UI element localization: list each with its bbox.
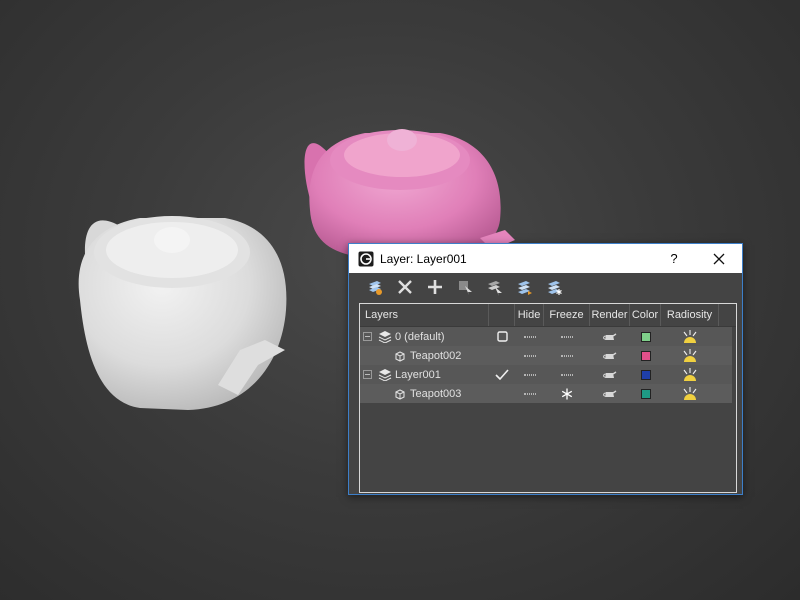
- teapot-icon: [603, 351, 617, 359]
- 3dsmax-app-icon: [358, 251, 374, 267]
- layer-dialog: Layer: Layer001 ? Layers Hide Freeze Ren…: [348, 243, 743, 495]
- column-header-layers[interactable]: Layers: [360, 304, 489, 326]
- radiosity-toggle[interactable]: [661, 384, 719, 403]
- delete-layer-icon[interactable]: [393, 277, 416, 297]
- column-header-current[interactable]: [489, 304, 515, 326]
- freeze-toggle[interactable]: [544, 365, 590, 384]
- freeze-toggle[interactable]: [544, 346, 590, 365]
- hide-toggle[interactable]: [515, 384, 544, 403]
- column-header-render[interactable]: Render: [590, 304, 630, 326]
- layer-row[interactable]: Teapot002: [360, 346, 732, 365]
- collapse-toggle[interactable]: [363, 370, 372, 379]
- sun-icon: [683, 349, 697, 362]
- current-layer-toggle[interactable]: [489, 327, 515, 346]
- column-header-freeze[interactable]: Freeze: [544, 304, 590, 326]
- current-layer-toggle: [489, 384, 515, 403]
- sun-icon: [683, 368, 697, 381]
- layer-row[interactable]: Teapot003: [360, 384, 732, 403]
- column-header-radiosity[interactable]: Radiosity: [661, 304, 719, 326]
- layer-name: 0 (default): [395, 330, 445, 343]
- close-icon: [713, 253, 725, 264]
- render-toggle[interactable]: [590, 346, 630, 365]
- teapot-icon: [603, 389, 617, 397]
- collapse-toggle[interactable]: [363, 332, 372, 341]
- object-name: Teapot003: [410, 387, 462, 400]
- freeze-toggle[interactable]: [544, 384, 590, 403]
- layer-stack-icon: [378, 330, 392, 343]
- color-swatch[interactable]: [630, 365, 661, 384]
- checkmark-icon: [495, 369, 509, 380]
- create-layer-icon[interactable]: [363, 277, 386, 297]
- teapot-icon: [603, 332, 617, 340]
- layer-list-panel: Layers Hide Freeze Render Color Radiosit…: [359, 303, 737, 493]
- close-button[interactable]: [705, 244, 733, 273]
- freeze-layers-icon[interactable]: [543, 277, 566, 297]
- layer-rows: 0 (default) Teapot002 Layer001 Teapot003: [360, 327, 736, 403]
- dialog-titlebar[interactable]: Layer: Layer001 ?: [349, 244, 742, 273]
- column-header-hide[interactable]: Hide: [515, 304, 544, 326]
- hide-toggle[interactable]: [515, 365, 544, 384]
- pink-teapot[interactable]: [304, 129, 515, 258]
- hide-toggle[interactable]: [515, 327, 544, 346]
- column-header-color[interactable]: Color: [630, 304, 661, 326]
- layer-toolbar: [349, 273, 742, 300]
- sun-icon: [683, 330, 697, 343]
- object-cube-icon: [394, 388, 406, 400]
- object-name: Teapot002: [410, 349, 462, 362]
- snowflake-icon: [561, 388, 573, 399]
- radiosity-toggle[interactable]: [661, 365, 719, 384]
- freeze-toggle[interactable]: [544, 327, 590, 346]
- dialog-title: Layer: Layer001: [380, 251, 467, 266]
- render-toggle[interactable]: [590, 327, 630, 346]
- select-layer-icon[interactable]: [483, 277, 506, 297]
- checkbox-icon: [496, 331, 508, 342]
- add-to-layer-icon[interactable]: [423, 277, 446, 297]
- set-current-layer-icon[interactable]: [513, 277, 536, 297]
- current-layer-toggle: [489, 346, 515, 365]
- teapot-icon: [603, 370, 617, 378]
- hide-toggle[interactable]: [515, 346, 544, 365]
- layer-name: Layer001: [395, 368, 441, 381]
- select-objects-icon[interactable]: [453, 277, 476, 297]
- layer-row[interactable]: Layer001: [360, 365, 732, 384]
- radiosity-toggle[interactable]: [661, 327, 719, 346]
- layer-row[interactable]: 0 (default): [360, 327, 732, 346]
- white-teapot[interactable]: [78, 216, 287, 410]
- sun-icon: [683, 387, 697, 400]
- layer-stack-icon: [378, 368, 392, 381]
- object-cube-icon: [394, 350, 406, 362]
- color-swatch[interactable]: [630, 327, 661, 346]
- radiosity-toggle[interactable]: [661, 346, 719, 365]
- column-header-row: Layers Hide Freeze Render Color Radiosit…: [360, 304, 736, 327]
- color-swatch[interactable]: [630, 346, 661, 365]
- help-button[interactable]: ?: [662, 244, 686, 273]
- current-layer-toggle[interactable]: [489, 365, 515, 384]
- color-swatch[interactable]: [630, 384, 661, 403]
- render-toggle[interactable]: [590, 365, 630, 384]
- render-toggle[interactable]: [590, 384, 630, 403]
